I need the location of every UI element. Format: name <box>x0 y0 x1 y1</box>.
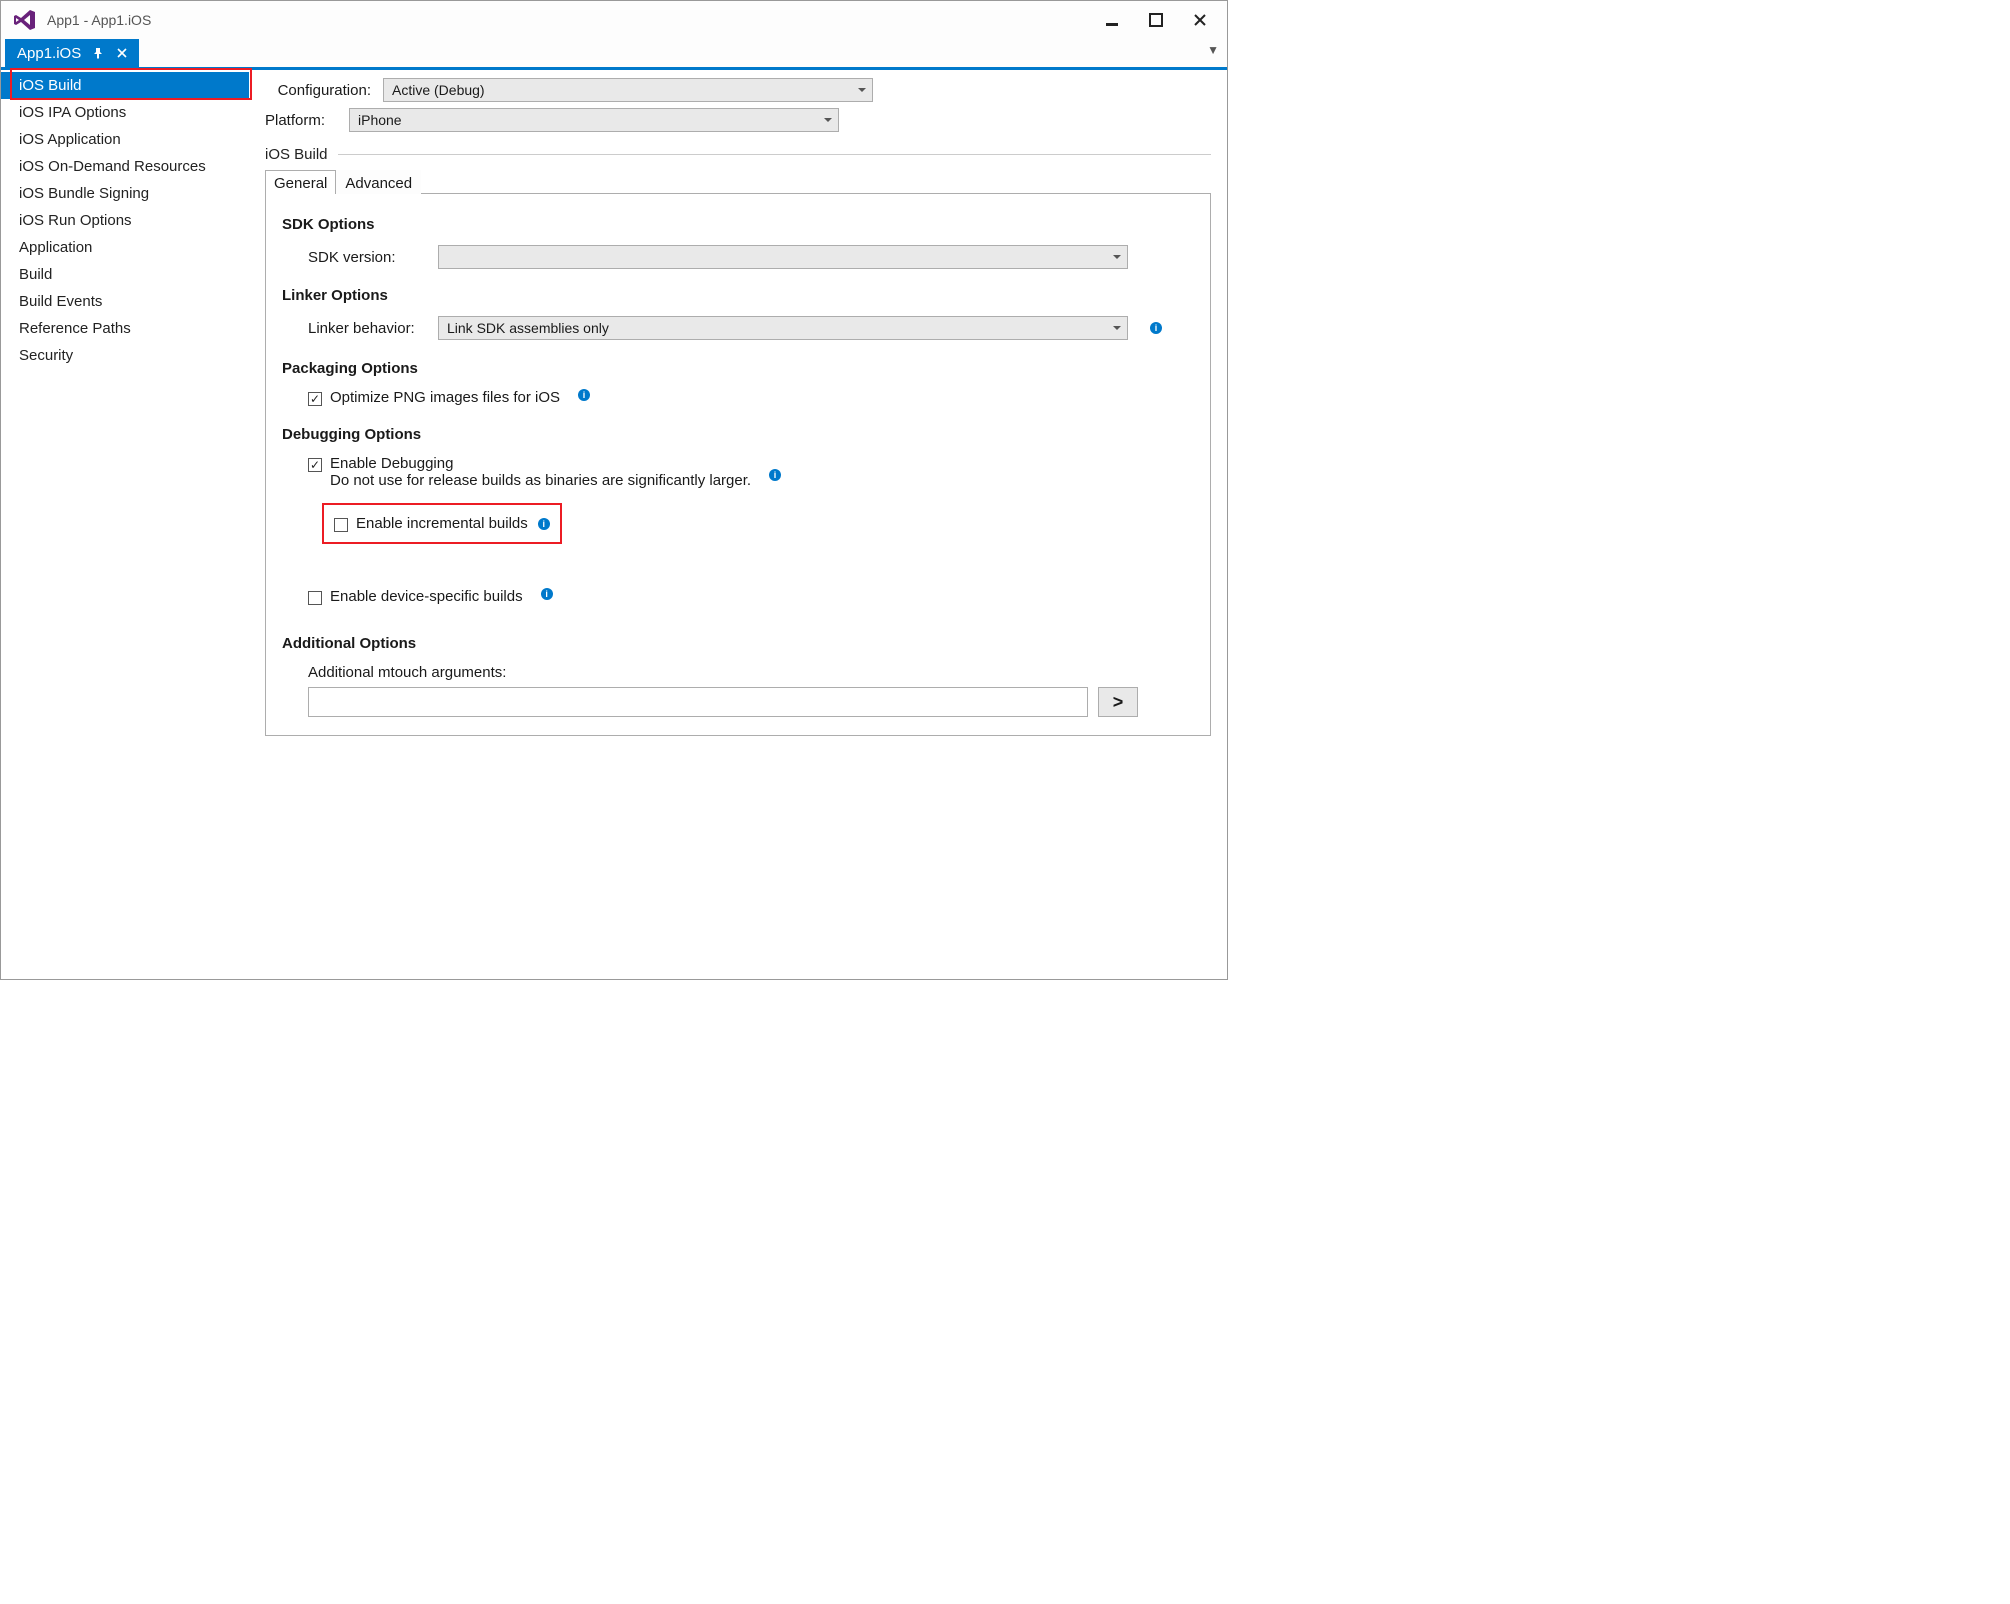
window-title: App1 - App1.iOS <box>47 12 1099 28</box>
sdk-version-dropdown[interactable] <box>438 245 1128 269</box>
optimize-png-label: Optimize PNG images files for iOS <box>330 389 560 406</box>
configuration-dropdown[interactable]: Active (Debug) <box>383 78 873 102</box>
sidebar-item-security[interactable]: Security <box>1 342 249 369</box>
linker-behavior-dropdown[interactable]: Link SDK assemblies only <box>438 316 1128 340</box>
platform-dropdown[interactable]: iPhone <box>349 108 839 132</box>
optimize-png-checkbox[interactable] <box>308 392 322 406</box>
subtab-bar: General Advanced <box>265 169 1211 194</box>
enable-debugging-label: Enable Debugging <box>330 455 751 472</box>
general-panel: SDK Options SDK version: Linker Options … <box>265 194 1211 736</box>
tab-advanced[interactable]: Advanced <box>336 170 421 194</box>
sdk-version-label: SDK version: <box>308 249 426 266</box>
sidebar-item-build-events[interactable]: Build Events <box>1 288 249 315</box>
linker-behavior-label: Linker behavior: <box>308 320 426 337</box>
close-button[interactable] <box>1187 10 1213 30</box>
sidebar-item-ios-bundle-signing[interactable]: iOS Bundle Signing <box>1 180 249 207</box>
platform-label: Platform: <box>265 112 341 129</box>
pin-icon[interactable] <box>91 46 105 60</box>
sidebar-item-ios-run-options[interactable]: iOS Run Options <box>1 207 249 234</box>
sidebar-item-ios-ipa-options[interactable]: iOS IPA Options <box>1 99 249 126</box>
mtouch-arguments-input[interactable] <box>308 687 1088 717</box>
close-tab-icon[interactable] <box>115 46 129 60</box>
section-title: iOS Build <box>265 146 328 163</box>
enable-debugging-checkbox[interactable] <box>308 458 322 472</box>
mtouch-arguments-label: Additional mtouch arguments: <box>308 664 1194 681</box>
info-icon[interactable]: i <box>541 588 553 600</box>
configuration-value: Active (Debug) <box>392 82 485 98</box>
sidebar-item-ios-on-demand-resources[interactable]: iOS On-Demand Resources <box>1 153 249 180</box>
enable-debugging-note: Do not use for release builds as binarie… <box>330 472 751 489</box>
document-tab-label: App1.iOS <box>17 45 81 62</box>
linker-behavior-value: Link SDK assemblies only <box>447 320 609 336</box>
configuration-label: Configuration: <box>265 82 375 99</box>
minimize-button[interactable] <box>1099 10 1125 30</box>
linker-options-heading: Linker Options <box>282 287 1194 304</box>
additional-options-heading: Additional Options <box>282 635 1194 652</box>
platform-value: iPhone <box>358 112 402 128</box>
document-tab-bar: App1.iOS ▼ <box>1 39 1227 70</box>
enable-device-specific-checkbox[interactable] <box>308 591 322 605</box>
tab-overflow-icon[interactable]: ▼ <box>1207 43 1219 57</box>
info-icon[interactable]: i <box>538 518 550 530</box>
titlebar: App1 - App1.iOS <box>1 1 1227 39</box>
enable-incremental-checkbox[interactable] <box>334 518 348 532</box>
sidebar-item-ios-application[interactable]: iOS Application <box>1 126 249 153</box>
highlight-enable-incremental: Enable incremental builds i <box>322 503 562 544</box>
window-controls <box>1099 10 1221 30</box>
divider <box>338 154 1211 155</box>
properties-sidebar: iOS Build iOS IPA Options iOS Applicatio… <box>1 70 249 979</box>
packaging-options-heading: Packaging Options <box>282 360 1194 377</box>
enable-incremental-label: Enable incremental builds <box>356 515 528 532</box>
visual-studio-icon <box>13 8 37 32</box>
sidebar-item-application[interactable]: Application <box>1 234 249 261</box>
maximize-button[interactable] <box>1143 10 1169 30</box>
sidebar-item-reference-paths[interactable]: Reference Paths <box>1 315 249 342</box>
info-icon[interactable]: i <box>1150 322 1162 334</box>
enable-device-specific-label: Enable device-specific builds <box>330 588 523 605</box>
document-tab[interactable]: App1.iOS <box>5 39 139 67</box>
sidebar-item-build[interactable]: Build <box>1 261 249 288</box>
info-icon[interactable]: i <box>578 389 590 401</box>
mtouch-arguments-browse-button[interactable]: > <box>1098 687 1138 717</box>
sidebar-item-ios-build[interactable]: iOS Build <box>1 72 249 99</box>
main-panel: Configuration: Active (Debug) Platform: … <box>249 70 1227 979</box>
tab-general[interactable]: General <box>265 170 336 194</box>
sdk-options-heading: SDK Options <box>282 216 1194 233</box>
info-icon[interactable]: i <box>769 469 781 481</box>
arrow-icon: > <box>1113 692 1124 713</box>
debugging-options-heading: Debugging Options <box>282 426 1194 443</box>
